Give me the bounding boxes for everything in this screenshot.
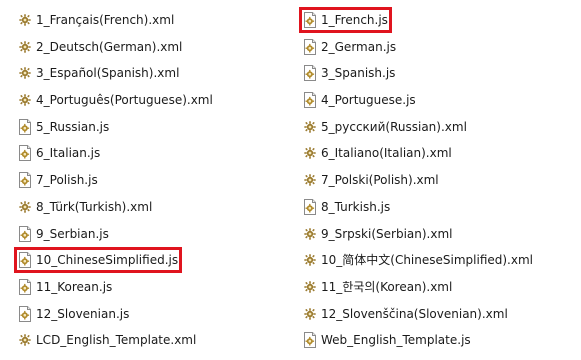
file-name-label: LCD_English_Template.xml xyxy=(36,333,197,348)
js-file-icon xyxy=(18,278,32,295)
file-item[interactable]: 9_Serbian.js xyxy=(18,224,278,244)
file-item[interactable]: 7_Polski(Polish).xml xyxy=(303,170,579,190)
xml-file-icon xyxy=(303,120,317,134)
file-name-label: 2_Deutsch(German).xml xyxy=(36,39,183,54)
xml-file-icon xyxy=(303,280,317,294)
file-item[interactable]: 10_简体中文(ChineseSimplified).xml xyxy=(303,250,579,270)
xml-file-icon xyxy=(303,307,317,321)
file-item[interactable]: 5_русский(Russian).xml xyxy=(303,117,579,137)
xml-file-icon xyxy=(303,173,317,187)
file-name-label: 6_Italiano(Italian).xml xyxy=(321,146,452,161)
file-name-label: 7_Polish.js xyxy=(36,173,98,188)
js-file-icon xyxy=(18,145,32,162)
file-name-label: 3_Spanish.js xyxy=(321,66,396,81)
file-name-label: 5_Russian.js xyxy=(36,119,110,134)
xml-file-icon xyxy=(18,13,32,27)
file-item[interactable]: 8_Türk(Turkish).xml xyxy=(18,197,278,217)
xml-file-icon xyxy=(303,227,317,241)
file-item[interactable]: 4_Portuguese.js xyxy=(303,90,579,110)
file-list-left: 1_Français(French).xml 2_Deutsch(German).… xyxy=(14,10,278,357)
xml-file-icon xyxy=(303,253,317,267)
js-file-icon xyxy=(18,172,32,189)
js-file-icon xyxy=(303,65,317,82)
xml-file-icon xyxy=(18,66,32,80)
file-item[interactable]: 1_Français(French).xml xyxy=(18,10,278,30)
file-item[interactable]: 12_Slovenian.js xyxy=(18,304,278,324)
file-name-label: 10_ChineseSimplified.js xyxy=(36,253,179,268)
file-item[interactable]: 6_Italiano(Italian).xml xyxy=(303,143,579,163)
file-name-label: 11_Korean.js xyxy=(36,279,113,294)
file-item[interactable]: 6_Italian.js xyxy=(18,143,278,163)
file-item[interactable]: 12_Slovenščina(Slovenian).xml xyxy=(303,304,579,324)
file-name-label: 10_简体中文(ChineseSimplified).xml xyxy=(321,253,533,268)
file-item[interactable]: 3_Español(Spanish).xml xyxy=(18,63,278,83)
js-file-icon xyxy=(303,12,317,28)
file-list-right: 1_French.js 2_German.js 3_Spanish.js 4_Port… xyxy=(299,7,579,357)
xml-file-icon xyxy=(18,200,32,214)
file-name-label: 9_Serbian.js xyxy=(36,226,109,241)
file-name-label: 11_한국의(Korean).xml xyxy=(321,279,453,294)
file-item[interactable]: 9_Srpski(Serbian).xml xyxy=(303,224,579,244)
file-item[interactable]: 3_Spanish.js xyxy=(303,63,579,83)
js-file-icon xyxy=(303,198,317,215)
file-name-label: 1_Français(French).xml xyxy=(36,13,175,27)
file-name-label: Web_English_Template.js xyxy=(321,333,471,348)
file-item[interactable]: 5_Russian.js xyxy=(18,117,278,137)
file-item[interactable]: 10_ChineseSimplified.js xyxy=(14,247,278,274)
file-name-label: 2_German.js xyxy=(321,39,397,54)
xml-file-icon xyxy=(18,93,32,107)
file-item[interactable]: 11_한국의(Korean).xml xyxy=(303,277,579,297)
file-name-label: 3_Español(Spanish).xml xyxy=(36,66,180,81)
js-file-icon xyxy=(303,332,317,349)
xml-file-icon xyxy=(18,333,32,347)
file-item[interactable]: 8_Turkish.js xyxy=(303,197,579,217)
file-item[interactable]: 2_Deutsch(German).xml xyxy=(18,37,278,57)
file-item[interactable]: Web_English_Template.js xyxy=(303,330,579,350)
file-item[interactable]: 4_Português(Portuguese).xml xyxy=(18,90,278,110)
js-file-icon xyxy=(18,252,32,269)
file-name-label: 6_Italian.js xyxy=(36,146,101,161)
file-item[interactable]: 1_French.js xyxy=(299,7,579,33)
xml-file-icon xyxy=(18,40,32,54)
js-file-icon xyxy=(18,118,32,135)
file-name-label: 4_Português(Portuguese).xml xyxy=(36,93,213,108)
file-item[interactable]: LCD_English_Template.xml xyxy=(18,330,278,350)
js-file-icon xyxy=(303,38,317,55)
js-file-icon xyxy=(18,225,32,242)
file-name-label: 12_Slovenščina(Slovenian).xml xyxy=(321,306,508,321)
js-file-icon xyxy=(18,305,32,322)
file-item[interactable]: 11_Korean.js xyxy=(18,277,278,297)
file-name-label: 5_русский(Russian).xml xyxy=(321,119,467,134)
file-name-label: 7_Polski(Polish).xml xyxy=(321,173,439,188)
file-name-label: 4_Portuguese.js xyxy=(321,93,416,108)
js-file-icon xyxy=(303,92,317,109)
file-name-label: 8_Turkish.js xyxy=(321,199,391,214)
file-name-label: 12_Slovenian.js xyxy=(36,306,130,321)
file-item[interactable]: 2_German.js xyxy=(303,37,579,57)
xml-file-icon xyxy=(303,146,317,160)
file-name-label: 8_Türk(Turkish).xml xyxy=(36,199,153,214)
file-name-label: 9_Srpski(Serbian).xml xyxy=(321,226,453,241)
file-name-label: 1_French.js xyxy=(321,13,388,27)
file-item[interactable]: 7_Polish.js xyxy=(18,170,278,190)
